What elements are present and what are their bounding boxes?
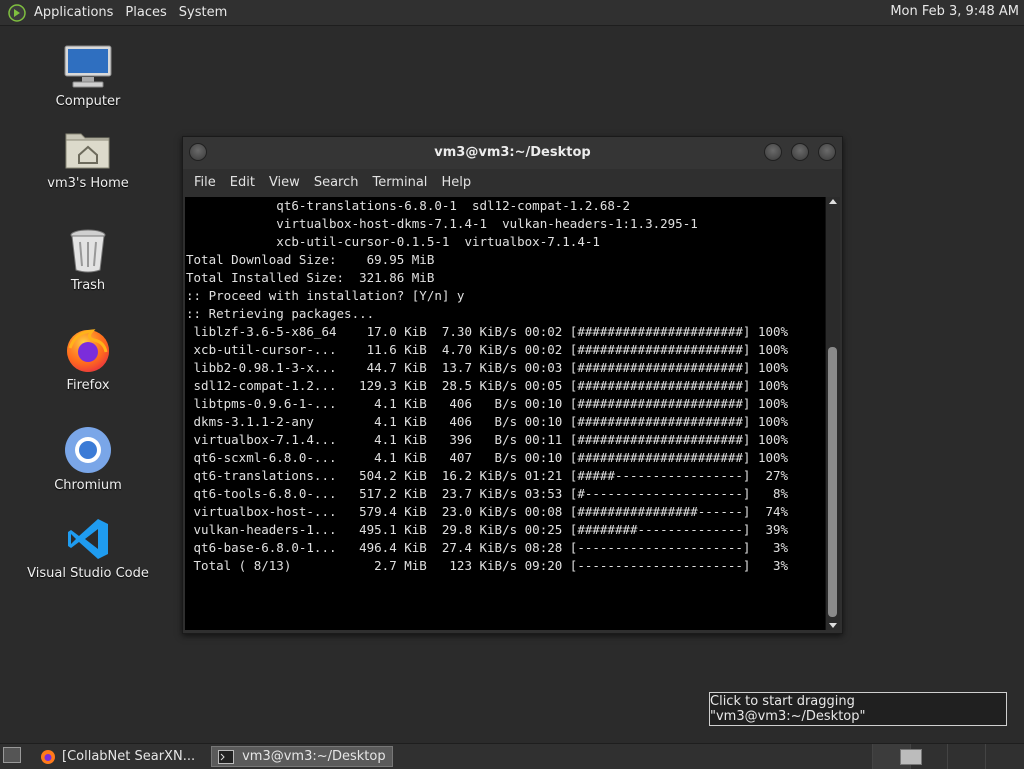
minimize-button[interactable]: [764, 143, 782, 161]
terminal-line: qt6-scxml-6.8.0-... 4.1 KiB 407 B/s 00:1…: [186, 450, 789, 465]
workspace-switcher[interactable]: [872, 744, 1022, 769]
applications-menu[interactable]: Applications: [28, 5, 119, 20]
terminal-icon: [218, 749, 235, 764]
menu-view[interactable]: View: [262, 175, 307, 190]
desktop-icon-vscode[interactable]: Visual Studio Code: [27, 516, 149, 581]
computer-icon: [64, 45, 112, 88]
terminal-line: dkms-3.1.1-2-any 4.1 KiB 406 B/s 00:10 […: [186, 414, 789, 429]
scroll-thumb[interactable]: [828, 347, 837, 617]
terminal-line: liblzf-3.6-5-x86_64 17.0 KiB 7.30 KiB/s …: [186, 324, 789, 339]
desktop-icon-label: Computer: [55, 94, 121, 109]
terminal-line: qt6-tools-6.8.0-... 517.2 KiB 23.7 KiB/s…: [186, 486, 789, 501]
terminal-line: virtualbox-7.1.4... 4.1 KiB 396 B/s 00:1…: [186, 432, 789, 447]
terminal-line: :: Proceed with installation? [Y/n] y: [186, 288, 465, 303]
window-titlebar[interactable]: vm3@vm3:~/Desktop: [183, 137, 842, 169]
desktop-icon-label: Trash: [70, 278, 106, 293]
terminal-line: :: Retrieving packages...: [186, 306, 375, 321]
workspace-1[interactable]: [872, 744, 922, 769]
desktop-icon-home[interactable]: vm3's Home: [28, 128, 148, 191]
terminal-text: qt6-translations-6.8.0-1 sdl12-compat-1.…: [185, 197, 825, 575]
terminal-line: sdl12-compat-1.2... 129.3 KiB 28.5 KiB/s…: [186, 378, 789, 393]
vscode-icon: [68, 519, 108, 559]
terminal-line: Total Installed Size: 321.86 MiB: [186, 270, 435, 285]
desktop-icon-label: Chromium: [54, 478, 122, 493]
desktop-icon-trash[interactable]: Trash: [28, 228, 148, 293]
window-title: vm3@vm3:~/Desktop: [434, 145, 591, 160]
menu-search[interactable]: Search: [307, 175, 366, 190]
scroll-up-arrow-icon[interactable]: [829, 199, 837, 204]
terminal-line: qt6-base-6.8.0-1... 496.4 KiB 27.4 KiB/s…: [186, 540, 789, 555]
menu-edit[interactable]: Edit: [223, 175, 262, 190]
desktop-icon-label: vm3's Home: [47, 176, 129, 191]
terminal-output[interactable]: qt6-translations-6.8.0-1 sdl12-compat-1.…: [185, 197, 825, 630]
terminal-scrollbar[interactable]: [825, 197, 840, 630]
terminal-line: Total ( 8/13) 2.7 MiB 123 KiB/s 09:20 [-…: [186, 558, 789, 573]
menu-file[interactable]: File: [187, 175, 223, 190]
terminal-menubar: File Edit View Search Terminal Help: [183, 169, 842, 195]
firefox-icon: [67, 329, 109, 372]
workspace-4[interactable]: [984, 744, 1023, 769]
distro-logo-icon[interactable]: [8, 3, 26, 22]
desktop-icon-label: Firefox: [66, 378, 110, 393]
system-menu[interactable]: System: [173, 5, 233, 20]
chromium-icon: [65, 427, 111, 473]
maximize-button[interactable]: [791, 143, 809, 161]
terminal-line: xcb-util-cursor-0.1.5-1 virtualbox-7.1.4…: [186, 234, 600, 249]
terminal-line: xcb-util-cursor-... 11.6 KiB 4.70 KiB/s …: [186, 342, 789, 357]
scroll-down-arrow-icon[interactable]: [829, 623, 837, 628]
top-panel: Applications Places System Mon Feb 3, 9:…: [0, 0, 1024, 26]
firefox-icon: [41, 749, 55, 764]
menu-help[interactable]: Help: [434, 175, 478, 190]
terminal-line: vulkan-headers-1... 495.1 KiB 29.8 KiB/s…: [186, 522, 789, 537]
terminal-line: virtualbox-host-... 579.4 KiB 23.0 KiB/s…: [186, 504, 789, 519]
desktop-icon-computer[interactable]: Computer: [28, 44, 148, 109]
taskbar-item-terminal[interactable]: vm3@vm3:~/Desktop: [211, 746, 393, 767]
terminal-window[interactable]: vm3@vm3:~/Desktop File Edit View Search …: [182, 136, 843, 634]
drag-tooltip: Click to start dragging "vm3@vm3:~/Deskt…: [709, 692, 1007, 726]
places-menu[interactable]: Places: [119, 5, 172, 20]
clock[interactable]: Mon Feb 3, 9:48 AM: [890, 4, 1019, 19]
close-button[interactable]: [818, 143, 836, 161]
desktop-icon-firefox[interactable]: Firefox: [28, 326, 148, 393]
trash-icon: [70, 229, 106, 273]
desktop-icon-chromium[interactable]: Chromium: [28, 426, 148, 493]
terminal-line: Total Download Size: 69.95 MiB: [186, 252, 435, 267]
terminal-line: qt6-translations... 504.2 KiB 16.2 KiB/s…: [186, 468, 789, 483]
desktop-icon-label: Visual Studio Code: [27, 566, 149, 581]
terminal-line: libtpms-0.9.6-1-... 4.1 KiB 406 B/s 00:1…: [186, 396, 789, 411]
taskbar-item-browser[interactable]: [CollabNet SearXN...: [34, 746, 201, 767]
menu-terminal[interactable]: Terminal: [365, 175, 434, 190]
workspace-window-preview: [900, 749, 922, 765]
home-folder-icon: [65, 133, 110, 169]
bottom-panel: [CollabNet SearXN... vm3@vm3:~/Desktop: [0, 743, 1024, 769]
terminal-line: libb2-0.98.1-3-x... 44.7 KiB 13.7 KiB/s …: [186, 360, 789, 375]
show-desktop-button[interactable]: [3, 747, 21, 763]
taskbar-item-label: [CollabNet SearXN...: [62, 749, 196, 764]
terminal-line: qt6-translations-6.8.0-1 sdl12-compat-1.…: [186, 198, 631, 213]
workspace-3[interactable]: [947, 744, 985, 769]
terminal-line: virtualbox-host-dkms-7.1.4-1 vulkan-head…: [186, 216, 698, 231]
taskbar-item-label: vm3@vm3:~/Desktop: [242, 749, 386, 764]
